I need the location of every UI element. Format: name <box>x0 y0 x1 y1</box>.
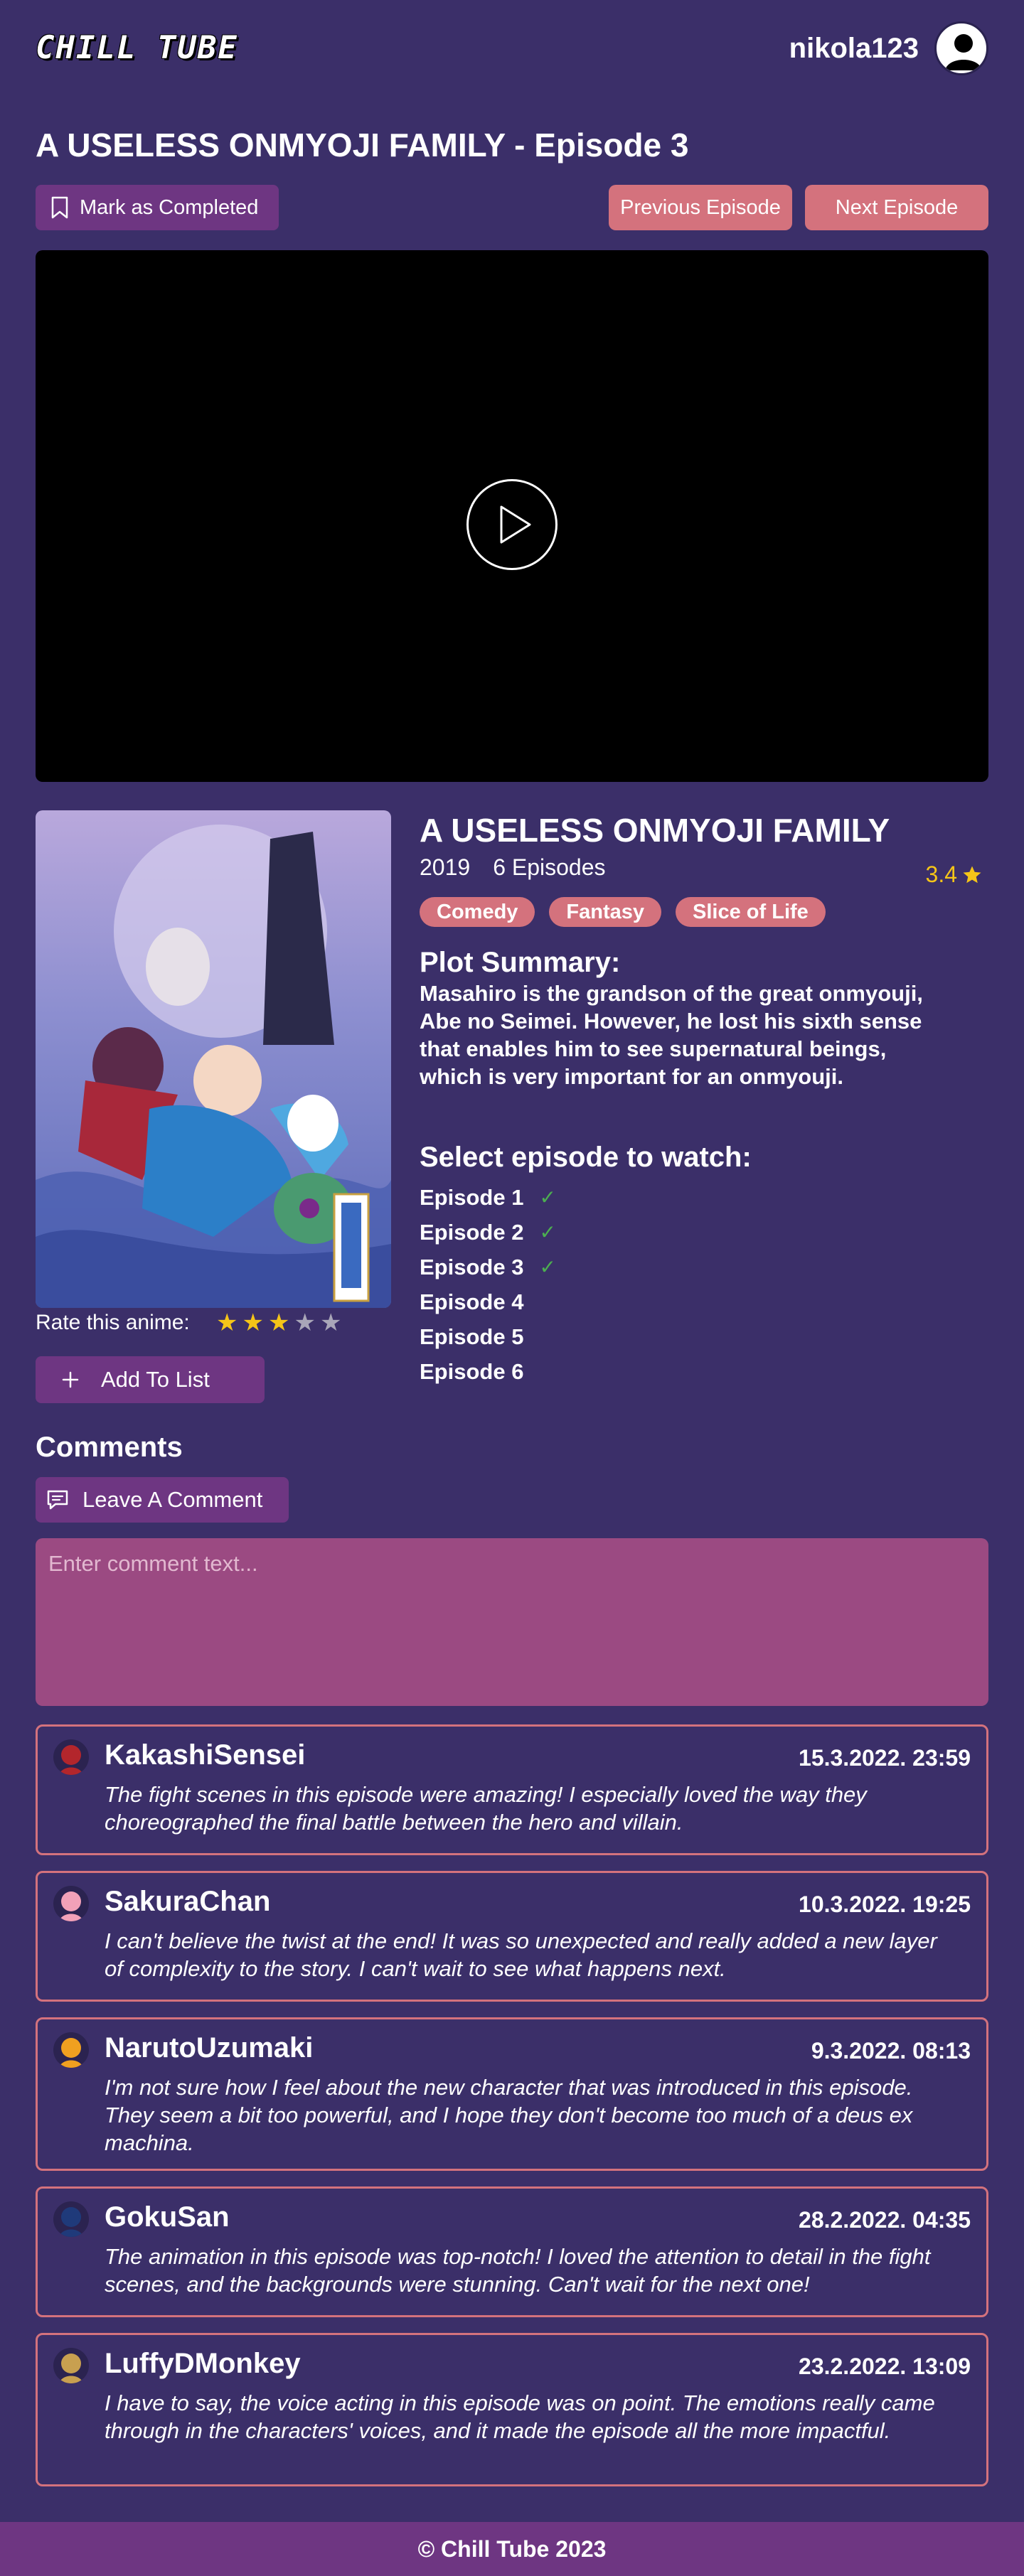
episode-label: Episode 2 <box>420 1220 524 1245</box>
bookmark-icon <box>51 196 68 219</box>
rate-star-icon[interactable]: ★ <box>294 1309 315 1336</box>
plus-icon <box>62 1371 79 1388</box>
rate-star-icon[interactable]: ★ <box>242 1309 263 1336</box>
rate-star-icon[interactable]: ★ <box>216 1309 238 1336</box>
previous-episode-button[interactable]: Previous Episode <box>609 185 792 230</box>
episode-label: Episode 5 <box>420 1324 524 1349</box>
comment-text: I can't believe the twist at the end! It… <box>105 1928 937 1981</box>
episode-label: Episode 6 <box>420 1359 524 1384</box>
commenter-username[interactable]: KakashiSensei <box>105 1738 305 1772</box>
mark-completed-label: Mark as Completed <box>80 195 259 219</box>
episode-label: Episode 1 <box>420 1185 524 1210</box>
user-avatar-icon[interactable] <box>934 21 988 75</box>
watched-check-icon: ✓ <box>539 1186 556 1208</box>
comment-date: 23.2.2022. 13:09 <box>799 2354 971 2379</box>
plot-summary-text: Masahiro is the grandson of the great on… <box>420 981 923 1089</box>
comment-date: 10.3.2022. 19:25 <box>799 1891 971 1917</box>
rating-value: 3.4 <box>925 862 957 887</box>
episode-item[interactable]: Episode 5 <box>420 1319 556 1354</box>
mark-completed-button[interactable]: Mark as Completed <box>36 185 279 230</box>
comment-input[interactable] <box>36 1538 988 1706</box>
anime-title: A USELESS ONMYOJI FAMILY <box>420 812 890 849</box>
commenter-avatar[interactable] <box>53 1739 89 1775</box>
genre-tag[interactable]: Fantasy <box>549 897 662 927</box>
episode-label: Episode 4 <box>420 1289 524 1314</box>
comment-text: The animation in this episode was top-no… <box>105 2244 931 2297</box>
comment-text: I'm not sure how I feel about the new ch… <box>105 2075 913 2155</box>
comment-card: NarutoUzumaki 9.3.2022. 08:13 I'm not sure… <box>36 2017 988 2171</box>
anime-rating: 3.4 <box>926 862 983 888</box>
comment-card: KakashiSensei 15.3.2022. 23:59 The fight s… <box>36 1724 988 1855</box>
footer-text: © Chill Tube 2023 <box>417 2535 607 2562</box>
genre-tag[interactable]: Slice of Life <box>676 897 826 927</box>
episode-list: Episode 1 ✓ Episode 2 ✓ Episode 3 ✓ Episode 4 E… <box>420 1180 556 1389</box>
watched-check-icon: ✓ <box>539 1221 556 1243</box>
comment-text: The fight scenes in this episode were am… <box>105 1782 867 1835</box>
comment-card: SakuraChan 10.3.2022. 19:25 I can't believ… <box>36 1871 988 2002</box>
add-to-list-label: Add To List <box>101 1367 210 1392</box>
footer: © Chill Tube 2023 <box>0 2522 1024 2576</box>
anime-meta: 2019 6 Episodes <box>420 853 606 881</box>
username[interactable]: nikola123 <box>789 31 919 65</box>
episode-item[interactable]: Episode 4 <box>420 1284 556 1319</box>
episode-select-heading: Select episode to watch: <box>420 1142 752 1173</box>
episode-page-title: A USELESS ONMYOJI FAMILY - Episode 3 <box>36 127 689 163</box>
rate-star-icon[interactable]: ★ <box>320 1309 341 1336</box>
commenter-avatar[interactable] <box>53 2032 89 2068</box>
star-icon <box>963 866 981 883</box>
episode-label: Episode 3 <box>420 1255 524 1279</box>
genre-tags: Comedy Fantasy Slice of Life <box>420 897 826 927</box>
anime-episode-count: 6 Episodes <box>493 854 606 880</box>
anime-poster <box>36 810 391 1308</box>
episode-item[interactable]: Episode 1 ✓ <box>420 1180 556 1215</box>
video-player[interactable] <box>36 250 988 782</box>
leave-comment-button[interactable]: Leave A Comment <box>36 1477 289 1523</box>
anime-year: 2019 <box>420 854 471 880</box>
episode-item[interactable]: Episode 2 ✓ <box>420 1215 556 1250</box>
next-episode-button[interactable]: Next Episode <box>805 185 988 230</box>
rate-star-icon[interactable]: ★ <box>268 1309 289 1336</box>
leave-comment-label: Leave A Comment <box>82 1487 263 1512</box>
comment-date: 28.2.2022. 04:35 <box>799 2207 971 2233</box>
genre-tag[interactable]: Comedy <box>420 897 535 927</box>
comment-card: GokuSan 28.2.2022. 04:35 The animation in … <box>36 2186 988 2317</box>
comment-card: LuffyDMonkey 23.2.2022. 13:09 I have to sa… <box>36 2333 988 2486</box>
commenter-avatar[interactable] <box>53 2348 89 2383</box>
comment-date: 9.3.2022. 08:13 <box>811 2038 971 2064</box>
commenter-avatar[interactable] <box>53 1886 89 1921</box>
watched-check-icon: ✓ <box>539 1256 556 1278</box>
comment-date: 15.3.2022. 23:59 <box>799 1745 971 1771</box>
rating-stars[interactable]: ★ ★ ★ ★ ★ <box>216 1309 341 1336</box>
comment-text: I have to say, the voice acting in this … <box>105 2390 935 2443</box>
commenter-avatar[interactable] <box>53 2201 89 2237</box>
add-to-list-button[interactable]: Add To List <box>36 1356 265 1403</box>
site-logo[interactable]: CHILL TUBE <box>36 30 238 66</box>
comment-icon <box>47 1490 68 1510</box>
commenter-username[interactable]: GokuSan <box>105 2200 230 2234</box>
plot-summary-heading: Plot Summary: <box>420 947 621 978</box>
comments-heading: Comments <box>36 1432 183 1463</box>
episode-item[interactable]: Episode 3 ✓ <box>420 1250 556 1284</box>
commenter-username[interactable]: LuffyDMonkey <box>105 2346 301 2381</box>
commenter-username[interactable]: NarutoUzumaki <box>105 2031 313 2065</box>
rate-anime-label: Rate this anime: <box>36 1311 190 1334</box>
play-icon[interactable] <box>466 479 558 570</box>
episode-item[interactable]: Episode 6 <box>420 1354 556 1389</box>
commenter-username[interactable]: SakuraChan <box>105 1884 270 1918</box>
